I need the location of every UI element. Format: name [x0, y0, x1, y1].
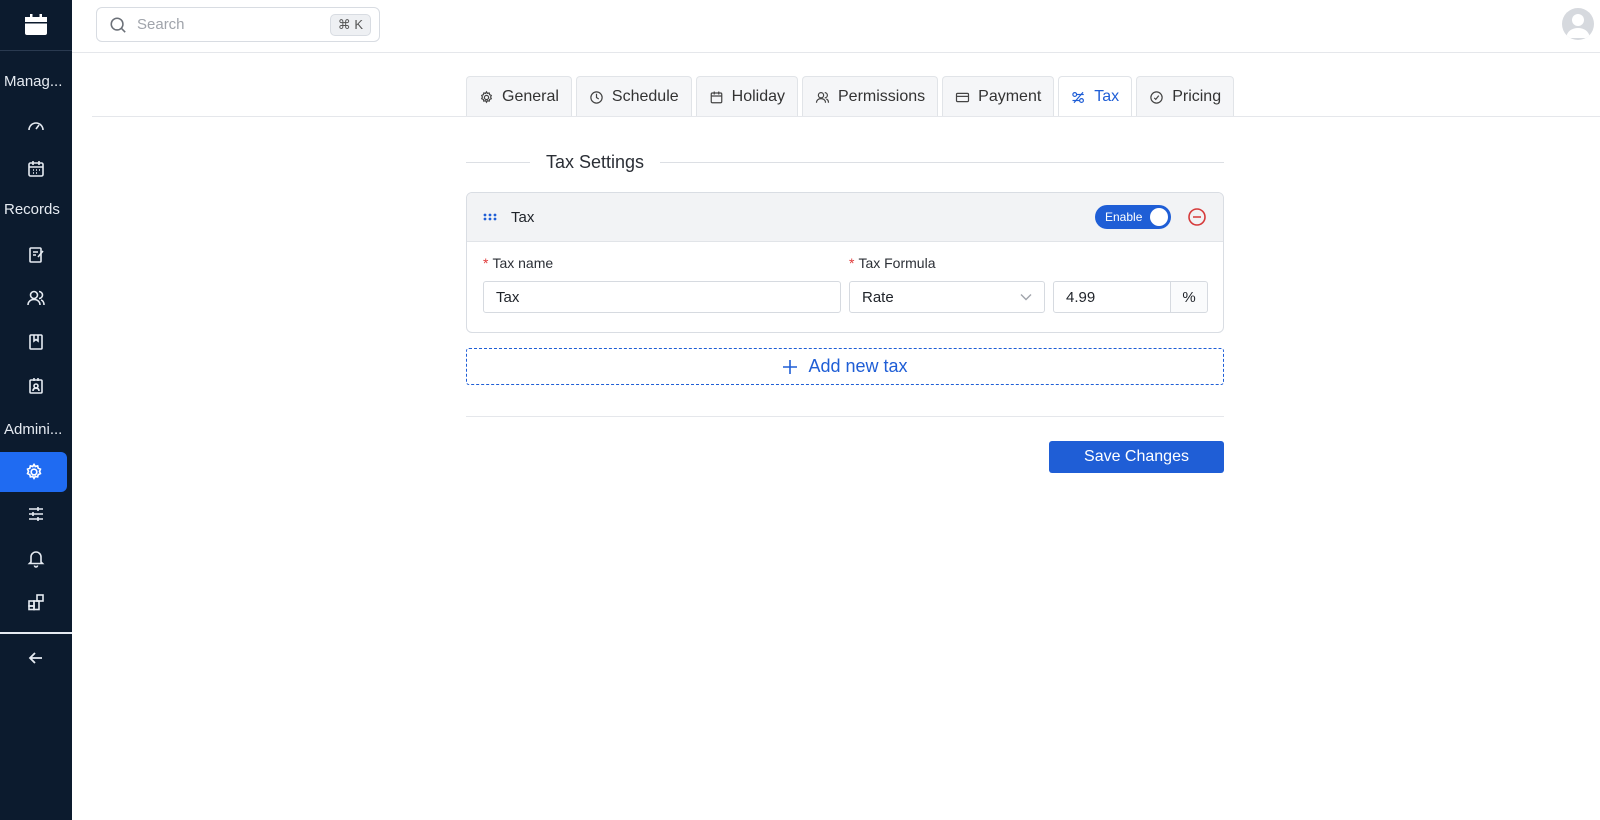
sidebar-collapse-button[interactable]: [0, 638, 72, 678]
drag-handle-icon[interactable]: [483, 212, 497, 222]
tax-formula-select[interactable]: Rate: [849, 281, 1045, 313]
sidebar-section-management: Manag...: [4, 73, 63, 90]
tab-label: Schedule: [611, 88, 679, 105]
sidebar-divider: [0, 632, 72, 634]
plus-icon: [783, 359, 798, 374]
sliders-icon: [29, 507, 43, 521]
section-title: Tax Settings: [546, 151, 645, 172]
tab-label: Pricing: [1172, 88, 1222, 105]
toggle-label: Enable: [1105, 210, 1143, 224]
calendar-app-icon: [25, 14, 47, 35]
avatar[interactable]: [1562, 8, 1594, 40]
tax-icon: [1072, 91, 1085, 103]
tab-holiday[interactable]: Holiday: [695, 76, 798, 117]
check-circle-icon: [1150, 90, 1163, 104]
tab-payment[interactable]: Payment: [942, 76, 1055, 117]
bell-icon: [27, 551, 45, 568]
tax-rate-input[interactable]: 4.99: [1053, 281, 1171, 313]
tab-label: Tax: [1094, 88, 1120, 105]
sidebar-item-preferences[interactable]: [0, 494, 72, 534]
sidebar-item-integrations[interactable]: [0, 582, 72, 622]
sidebar-item-bookmarks[interactable]: [0, 322, 72, 362]
search-placeholder: Search: [137, 16, 185, 33]
tax-formula-value: Rate: [862, 288, 894, 306]
chevron-down-icon: [1020, 294, 1032, 301]
clock-icon: [590, 90, 603, 104]
enable-toggle[interactable]: Enable: [1095, 205, 1171, 229]
section-divider: Tax Settings: [466, 150, 1224, 174]
sidebar-item-dashboard[interactable]: [0, 106, 72, 146]
sidebar-item-contacts[interactable]: [0, 366, 72, 406]
sidebar-section-administration: Admini...: [4, 421, 63, 438]
sidebar-item-notes[interactable]: [0, 235, 72, 275]
user-icon: [1566, 14, 1590, 38]
settings-tabs: General Schedule Holiday Permissions Pay…: [466, 76, 1235, 117]
sidebar: Manag... Records Admini...: [0, 0, 72, 820]
sidebar-section-records: Records: [4, 201, 60, 218]
calendar-icon: [28, 161, 44, 177]
save-button[interactable]: Save Changes: [1049, 441, 1224, 473]
top-bar: Search ⌘ K: [72, 0, 1600, 53]
tab-permissions[interactable]: Permissions: [802, 76, 939, 117]
tab-pricing[interactable]: Pricing: [1136, 76, 1235, 117]
tax-card: Tax Enable * Tax name Tax * Tax Formula Ra…: [466, 192, 1224, 333]
form-divider: [466, 416, 1224, 417]
bookmark-icon: [29, 334, 43, 350]
add-tax-button[interactable]: Add new tax: [466, 348, 1224, 385]
users-icon: [815, 91, 830, 103]
app-logo[interactable]: [0, 0, 72, 51]
rate-unit-addon: %: [1170, 281, 1208, 313]
add-tax-label: Add new tax: [808, 356, 908, 376]
tax-formula-label: * Tax Formula: [849, 255, 936, 271]
card-icon: [956, 92, 970, 102]
edit-note-icon: [29, 247, 44, 263]
gauge-icon: [28, 122, 44, 131]
search-shortcut: ⌘ K: [329, 13, 371, 36]
tabs-divider: [92, 116, 1600, 117]
tab-schedule[interactable]: Schedule: [575, 76, 692, 117]
sidebar-item-settings[interactable]: [0, 452, 67, 492]
gear-icon: [480, 90, 493, 103]
toggle-knob: [1150, 208, 1168, 226]
tax-name-field[interactable]: Tax: [483, 281, 841, 313]
search-input[interactable]: Search ⌘ K: [96, 7, 380, 42]
users-icon: [27, 290, 45, 306]
arrow-left-icon: [28, 652, 42, 664]
tax-card-title: Tax: [511, 208, 535, 226]
tab-label: General: [502, 88, 559, 105]
sidebar-item-notifications[interactable]: [0, 538, 72, 578]
contact-card-icon: [29, 378, 43, 394]
sidebar-item-calendar[interactable]: [0, 149, 72, 189]
search-icon: [110, 16, 126, 33]
sidebar-item-users[interactable]: [0, 278, 72, 318]
gear-icon: [26, 462, 41, 480]
tab-label: Holiday: [731, 88, 785, 105]
tab-general[interactable]: General: [466, 76, 572, 117]
tab-tax[interactable]: Tax: [1058, 76, 1133, 117]
tax-name-label: * Tax name: [483, 255, 554, 271]
calendar-icon: [710, 91, 722, 103]
widgets-icon: [28, 594, 44, 611]
tab-label: Payment: [978, 88, 1042, 105]
remove-circle-icon[interactable]: [1187, 207, 1207, 227]
tab-label: Permissions: [838, 88, 926, 105]
tax-card-header: Tax Enable: [467, 193, 1223, 242]
